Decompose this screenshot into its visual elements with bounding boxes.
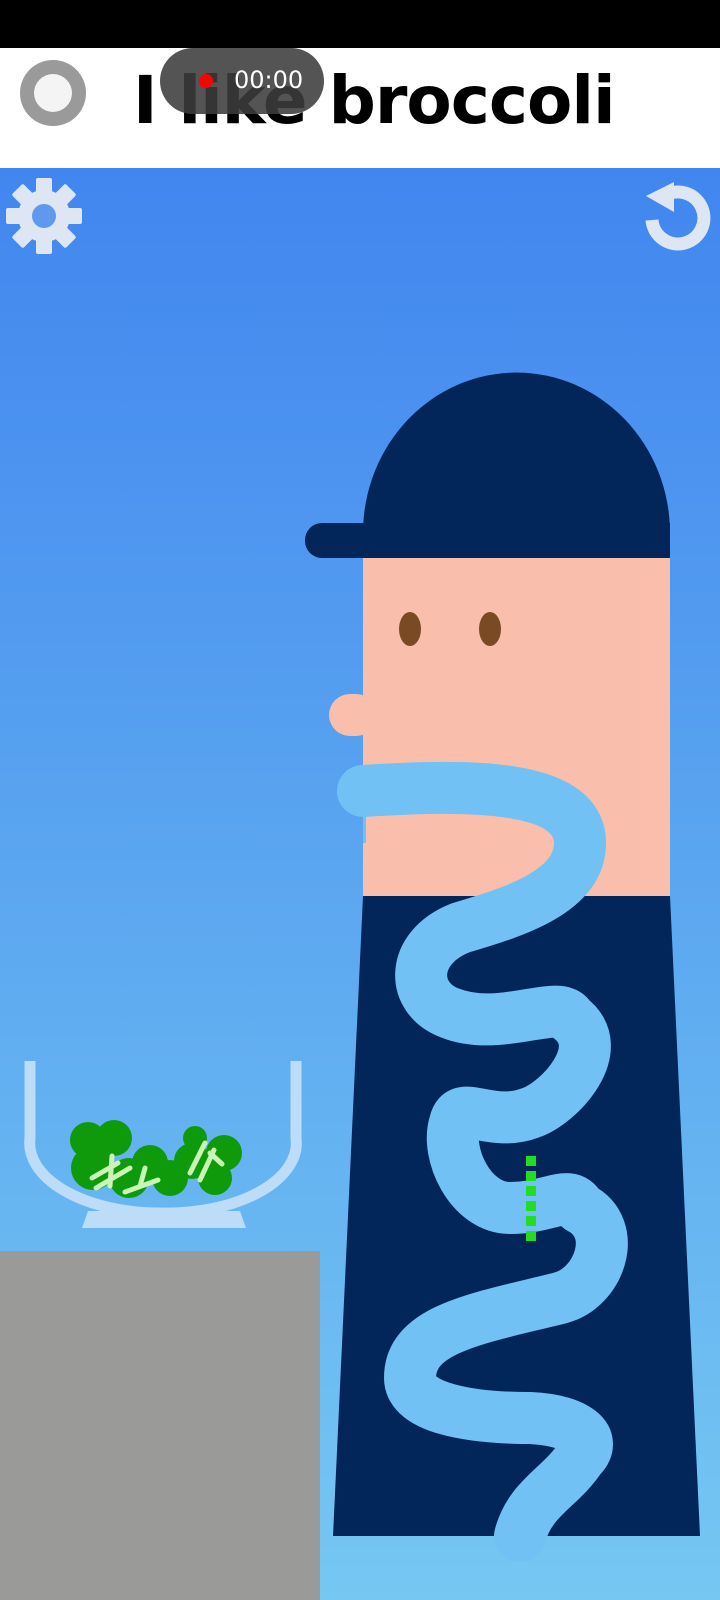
game-screen: I like broccoli 00:00 bbox=[0, 0, 720, 1600]
status-bar bbox=[0, 0, 720, 48]
intestine-mouth-opening bbox=[363, 791, 366, 843]
game-area[interactable] bbox=[0, 168, 720, 1600]
bowl-base bbox=[82, 1211, 246, 1228]
recording-timer: 00:00 bbox=[234, 66, 304, 94]
character-nose bbox=[329, 694, 377, 736]
character-left-eye bbox=[399, 612, 421, 646]
screen-recording-indicator[interactable]: 00:00 bbox=[160, 48, 324, 114]
blockage-dot[interactable] bbox=[526, 1186, 536, 1196]
blockage-dot[interactable] bbox=[526, 1231, 536, 1241]
record-toggle-icon[interactable] bbox=[20, 60, 86, 126]
game-scene bbox=[0, 168, 720, 1600]
cap-band bbox=[363, 523, 670, 558]
restart-arrow-icon[interactable] bbox=[636, 176, 716, 256]
character-right-eye bbox=[479, 612, 501, 646]
blockage-dot[interactable] bbox=[526, 1201, 536, 1211]
table bbox=[0, 1251, 320, 1600]
character-face bbox=[363, 553, 670, 896]
character bbox=[305, 372, 700, 1562]
blockage-dot[interactable] bbox=[526, 1171, 536, 1181]
blockage-dot[interactable] bbox=[526, 1156, 536, 1166]
blockage-dot[interactable] bbox=[526, 1216, 536, 1226]
recording-dot-icon bbox=[199, 74, 213, 88]
gear-icon[interactable] bbox=[4, 176, 84, 256]
